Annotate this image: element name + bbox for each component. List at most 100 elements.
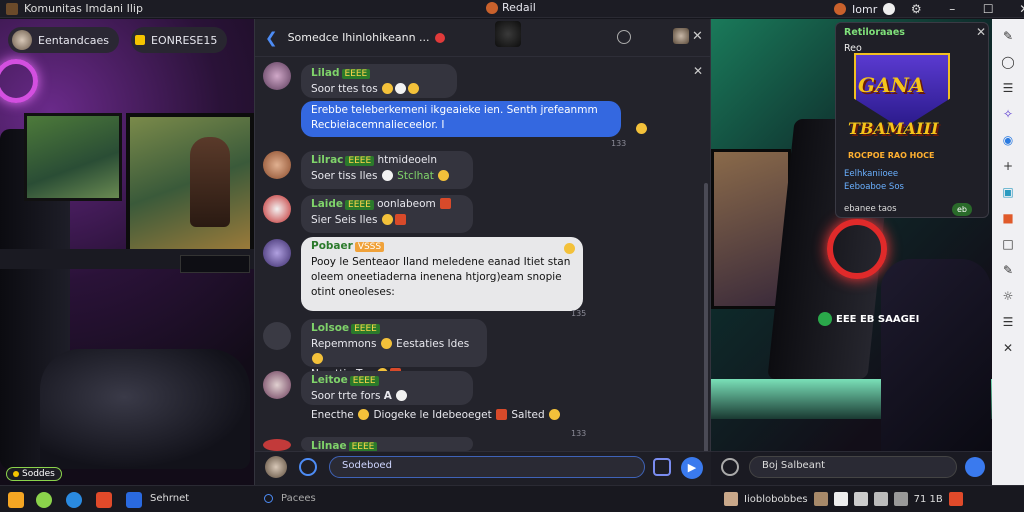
toolbar-add-icon[interactable]: + — [999, 157, 1017, 175]
close-window-button[interactable]: ✕ — [1009, 2, 1024, 16]
username[interactable]: Leitoe — [311, 374, 348, 386]
window-title: Komunitas Imdani Ilip — [24, 2, 143, 15]
username[interactable]: Lilnae — [311, 440, 347, 451]
maximize-button[interactable]: ☐ — [973, 2, 1003, 16]
left-stream-badge[interactable]: Soddes — [6, 467, 62, 481]
message-text: Repemmons — [311, 338, 377, 350]
emoji-icon — [380, 338, 392, 349]
message-text: Soor ttes tos — [311, 83, 378, 95]
timestamp: 133 — [571, 429, 587, 438]
tray-gear-icon[interactable] — [833, 492, 848, 506]
toolbar-list-icon[interactable]: ☰ — [999, 313, 1017, 331]
close-icon[interactable]: ✕ — [976, 25, 986, 39]
right-send-button[interactable] — [965, 457, 985, 477]
message-continuation: Enecthe Diogeke le Idebeoeget Salted — [311, 409, 561, 421]
promo-link-1[interactable]: Eelhkaniioee — [844, 169, 898, 179]
toolbar-edit-icon[interactable]: ✎ — [999, 27, 1017, 45]
reaction-icon[interactable] — [636, 123, 647, 134]
toolbar-share-icon[interactable]: ☼ — [999, 287, 1017, 305]
toolbar-close-icon[interactable]: ✕ — [999, 339, 1017, 357]
taskbar-app4-icon[interactable] — [96, 492, 112, 508]
mic-icon[interactable] — [299, 458, 317, 476]
red-ring-light — [827, 219, 887, 279]
user-avatar-icon[interactable] — [834, 3, 846, 15]
toolbar-media-icon[interactable]: ▣ — [999, 183, 1017, 201]
promo-toggle[interactable]: eb — [952, 203, 972, 216]
message-avatar[interactable] — [263, 371, 291, 399]
right-chat-input[interactable]: Boj Salbeant — [749, 456, 957, 478]
taskbar: Sehrnet Pacees Iioblobobbes 71 1B — [0, 485, 1024, 512]
username[interactable]: Laide — [311, 198, 343, 210]
reaction-icon[interactable] — [564, 243, 575, 254]
taskbar-app2-icon[interactable] — [36, 492, 52, 508]
emoji-icon — [382, 83, 394, 94]
promo-card[interactable]: ✕ Retiloraaes Reo GANA TBAMAIII ROCPOE R… — [835, 22, 989, 218]
message-bubble: LolsoeEEEE Repemmons Eestaties Ides Nee … — [301, 319, 487, 380]
back-arrow-icon[interactable]: ❮ — [265, 29, 278, 47]
toolbar-app-icon[interactable]: ■ — [999, 209, 1017, 227]
send-button[interactable]: ▶ — [681, 457, 703, 479]
emoji-icon — [396, 390, 408, 401]
message-avatar[interactable] — [263, 62, 291, 90]
username[interactable]: Lilrac — [311, 154, 343, 166]
promo-link-2[interactable]: Eeboaboe Sos — [844, 182, 904, 192]
close-thread-icon[interactable]: ✕ — [693, 64, 703, 78]
toolbar-notes-icon[interactable]: ☰ — [999, 79, 1017, 97]
titlebar-right: Iomr ⚙ – ☐ ✕ — [834, 0, 1024, 18]
left-monitor — [24, 113, 122, 201]
message-avatar[interactable] — [263, 439, 291, 451]
username[interactable]: Pobaer — [311, 240, 353, 252]
close-icon[interactable]: ✕ — [692, 29, 703, 44]
taskbar-app1-icon[interactable] — [8, 492, 24, 508]
timestamp: 133 — [611, 139, 627, 148]
streamer-pill[interactable]: Eentandcaes — [8, 27, 119, 53]
right-stream-label: EEE EB SAAGEI — [818, 312, 919, 326]
toolbar-profile-icon[interactable]: ◯ — [999, 53, 1017, 71]
streamer-avatar — [12, 30, 32, 50]
channel-name: EONRESE15 — [151, 33, 218, 47]
tray-avatar-icon[interactable] — [724, 492, 738, 506]
taskbar-app5-icon[interactable] — [126, 492, 142, 508]
tray-volume-icon[interactable] — [873, 492, 888, 506]
chat-title: Somedce Ihinlohikeann ... — [287, 31, 430, 44]
toolbar-chat-icon[interactable]: ✎ — [999, 261, 1017, 279]
toolbar-window-icon[interactable]: □ — [999, 235, 1017, 253]
message-bubble: Lilnae EEEE — [301, 437, 473, 451]
toolbar-brand-icon[interactable]: ✧ — [999, 105, 1017, 123]
header-user-avatar[interactable] — [673, 28, 689, 44]
tray-user-icon[interactable] — [813, 492, 828, 506]
tray-label[interactable]: Iioblobobbes — [744, 494, 808, 505]
user-tag: EEEE — [348, 442, 378, 451]
user-label[interactable]: Iomr — [852, 3, 877, 16]
attach-icon[interactable] — [653, 458, 671, 476]
taskbar-label[interactable]: Sehrnet — [150, 493, 189, 504]
message-avatar[interactable] — [263, 195, 291, 223]
chat-input[interactable]: Sodeboed — [329, 456, 645, 478]
tray-battery-icon[interactable] — [893, 492, 908, 506]
tray-network-icon[interactable] — [853, 492, 868, 506]
neon-ring-light — [0, 59, 38, 103]
emoji-icon — [408, 83, 420, 94]
channel-pill[interactable]: EONRESE15 — [131, 27, 228, 53]
streamer-name: Eentandcaes — [38, 33, 109, 47]
emoji-icon[interactable] — [617, 30, 631, 44]
toolbar-globe-icon[interactable]: ◉ — [999, 131, 1017, 149]
chat-panel: ❮ Somedce Ihinlohikeann ... ✕ ✕ Lilad EEE… — [254, 19, 712, 485]
message-avatar[interactable] — [263, 239, 291, 267]
minimize-button[interactable]: – — [937, 2, 967, 16]
message-avatar[interactable] — [263, 151, 291, 179]
taskbar-search-label: Pacees — [281, 493, 316, 504]
search-icon[interactable] — [721, 458, 739, 476]
emoji-icon — [381, 214, 393, 225]
profile-icon[interactable] — [883, 3, 896, 15]
message-avatar[interactable] — [263, 322, 291, 350]
settings-icon[interactable]: ⚙ — [901, 2, 931, 16]
taskbar-app3-icon[interactable] — [66, 492, 82, 508]
tray-notify-icon[interactable] — [948, 492, 963, 506]
username[interactable]: Lolsoe — [311, 322, 349, 334]
left-stream-view[interactable] — [0, 19, 254, 485]
user-tag: VSSS — [354, 242, 385, 252]
username[interactable]: Lilad — [311, 67, 340, 79]
taskbar-search[interactable]: Pacees — [264, 493, 316, 504]
chat-scrollbar[interactable] — [704, 183, 708, 453]
